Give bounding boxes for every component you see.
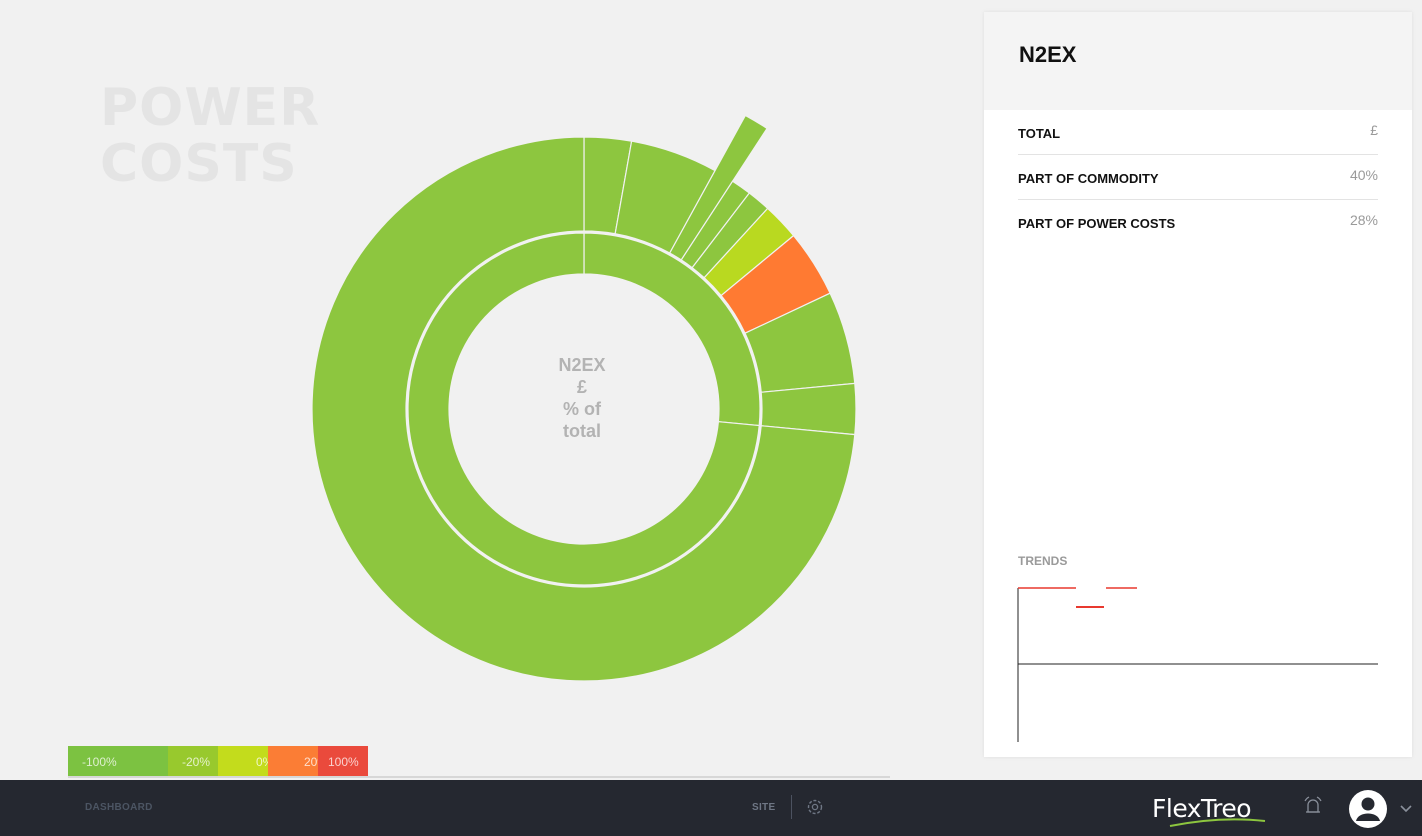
stat-row-part-of-commodity: PART OF COMMODITY 40% — [1018, 155, 1378, 200]
color-scale-legend: -100% -20% 0% 20% 100% — [68, 746, 368, 776]
gear-icon[interactable] — [805, 797, 825, 817]
bottom-divider — [68, 776, 890, 778]
stat-row-total: TOTAL £ — [1018, 110, 1378, 155]
detail-panel: N2EX TOTAL £ PART OF COMMODITY 40% PART … — [984, 12, 1412, 757]
stat-label: TOTAL — [1018, 126, 1061, 141]
bell-icon[interactable] — [1302, 795, 1324, 819]
stat-label: PART OF COMMODITY — [1018, 171, 1159, 186]
legend-segment: 20% — [268, 746, 328, 776]
bottom-navbar: DASHBOARD SITE FlexTreo — [0, 780, 1422, 836]
nav-divider — [791, 795, 792, 819]
center-currency: £ — [576, 377, 587, 397]
center-pct-line2: total — [563, 421, 601, 441]
stat-value: 28% — [1349, 212, 1378, 228]
legend-label: -100% — [82, 755, 117, 769]
sunburst-chart[interactable] — [0, 0, 980, 780]
legend-segment: 0% — [218, 746, 273, 776]
stat-row-part-of-power-costs: PART OF POWER COSTS 28% — [1018, 200, 1378, 244]
center-pct-line1: % of — [563, 399, 601, 419]
panel-title: N2EX — [1019, 42, 1077, 67]
stat-label: PART OF POWER COSTS — [1018, 216, 1176, 231]
stat-value: £ — [1370, 122, 1378, 138]
sunburst-center-label: N2EX £ % of total — [531, 354, 633, 442]
trends-chart — [1017, 587, 1378, 742]
legend-segment: -20% — [168, 746, 218, 776]
trends-label: TRENDS — [1018, 554, 1068, 568]
panel-header: N2EX — [984, 12, 1412, 110]
legend-segment: 100% — [318, 746, 368, 776]
legend-segment: -100% — [68, 746, 168, 776]
avatar-icon[interactable] — [1348, 789, 1388, 829]
legend-label: -20% — [182, 755, 211, 769]
center-name: N2EX — [558, 355, 606, 375]
chevron-down-icon[interactable] — [1399, 804, 1413, 814]
nav-site-link[interactable]: SITE — [752, 802, 775, 813]
legend-label: 100% — [328, 755, 359, 769]
nav-dashboard-link[interactable]: DASHBOARD — [85, 802, 153, 813]
stat-value: 40% — [1349, 167, 1378, 183]
brand-swoosh — [1169, 818, 1266, 827]
